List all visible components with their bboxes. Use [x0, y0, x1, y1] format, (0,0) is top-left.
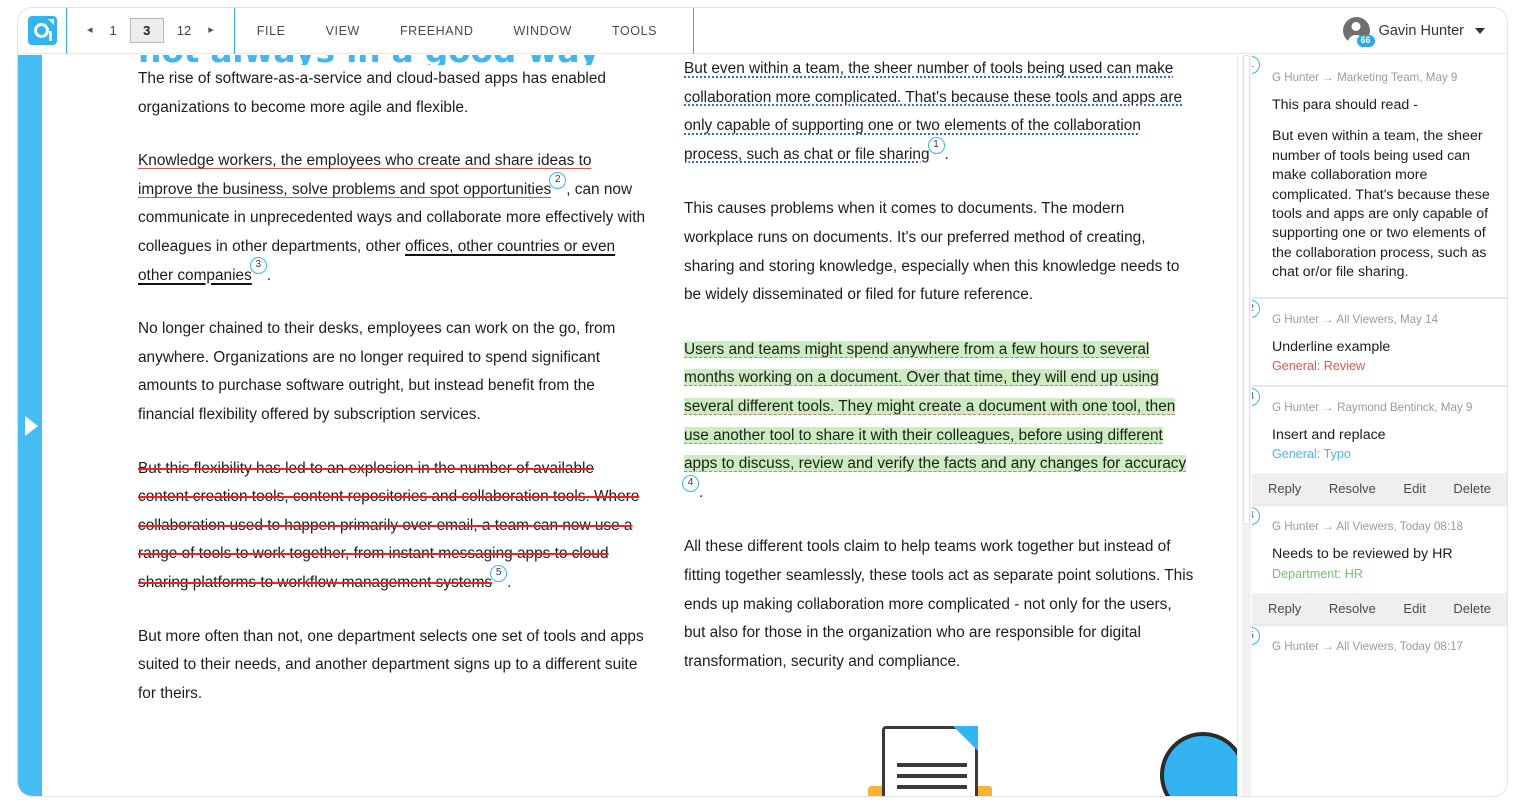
comment-meta: G Hunter → Marketing Team, May 9 [1272, 71, 1458, 84]
notification-badge: 66 [1356, 35, 1375, 47]
comment-meta: G Hunter → Raymond Bentinck, May 9 [1272, 401, 1473, 415]
paragraph-4: But this flexibility has led to an explo… [138, 455, 648, 598]
prev-page-icon[interactable]: ◂ [83, 22, 97, 39]
resolve-button[interactable]: Resolve [1329, 601, 1376, 616]
comment-meta: G Hunter → All Viewers, May 14 [1272, 312, 1439, 326]
first-page-number[interactable]: 1 [110, 23, 117, 38]
resolve-button[interactable]: Resolve [1329, 481, 1376, 496]
comment-badge-5[interactable]: 5 [1252, 626, 1260, 645]
edit-button[interactable]: Edit [1403, 601, 1425, 616]
menu-tools[interactable]: TOOLS [612, 24, 657, 38]
menu-freehand[interactable]: FREEHAND [400, 24, 474, 38]
comment-lead: Insert and replace [1272, 427, 1386, 444]
paragraph-2: Knowledge workers, the employees who cre… [138, 147, 648, 290]
comments-panel: 1 G Hunter → Marketing Team, May 9 This … [1237, 55, 1507, 796]
page-navigation: ◂ 1 3 12 ▸ [67, 8, 235, 54]
chevron-down-icon[interactable] [1475, 27, 1485, 34]
app-logo-icon[interactable] [27, 16, 57, 45]
paragraph-3-text: No longer chained to their desks, employ… [138, 320, 616, 423]
avatar: 66 [1342, 17, 1375, 47]
right-paragraph-1-tail: . [944, 145, 949, 163]
right-paragraph-4-text: All these different tools claim to help … [684, 538, 1194, 670]
comments-scrollbar[interactable] [1242, 55, 1251, 796]
column-container: not always in a good way The rise of sof… [72, 55, 1207, 733]
comment-marker-5[interactable]: 5 [490, 564, 508, 582]
document-right-column: But even within a team, the sheer number… [682, 55, 1194, 733]
logo-stem [48, 31, 52, 41]
comment-body: But even within a team, the sheer number… [1272, 128, 1490, 281]
annotation-green-highlight[interactable]: Users and teams might spend anywhere fro… [684, 340, 1187, 473]
comment-marker-1[interactable]: 1 [927, 136, 945, 154]
current-page-input[interactable]: 3 [129, 18, 164, 43]
comment-card[interactable]: 3 G Hunter → Raymond Bentinck, May 9 Ins… [1252, 385, 1507, 505]
comment-marker-4[interactable]: 4 [682, 474, 699, 492]
next-page-icon[interactable]: ▸ [204, 22, 218, 39]
document-page: not always in a good way The rise of sof… [42, 55, 1237, 796]
annotation-red-underline[interactable]: Knowledge workers, the employees who cre… [138, 152, 591, 198]
comment-card[interactable]: 2 G Hunter → All Viewers, May 14 Underli… [1252, 296, 1507, 386]
comment-tag: General: Review [1272, 359, 1366, 374]
top-toolbar: ◂ 1 3 12 ▸ FILE VIEW FREEHAND WINDOW TOO… [18, 8, 1507, 54]
paragraph-5: But more often than not, one department … [138, 623, 648, 709]
menu-file[interactable]: FILE [257, 24, 286, 38]
reply-button[interactable]: Reply [1268, 481, 1301, 496]
left-rail[interactable] [18, 55, 42, 796]
comment-lead: Underline example [1272, 338, 1391, 355]
comment-badge-2[interactable]: 2 [1252, 299, 1260, 318]
comment-card[interactable]: 5 G Hunter → All Viewers, Today 08:17 [1252, 623, 1507, 677]
comments-scrollbar-thumb[interactable] [1243, 55, 1250, 525]
comment-tag: Department: HR [1272, 566, 1363, 581]
document-canvas: not always in a good way The rise of sof… [42, 55, 1237, 796]
page-title: not always in a good way [138, 55, 648, 65]
comment-tag: General: Typo [1272, 447, 1351, 462]
comment-lead: This para should read - [1272, 97, 1418, 113]
menu-view[interactable]: VIEW [326, 24, 360, 38]
right-paragraph-2: This causes problems when it comes to do… [684, 195, 1194, 309]
user-name-label: Gavin Hunter [1378, 22, 1464, 39]
reply-button[interactable]: Reply [1268, 601, 1301, 616]
last-page-number[interactable]: 12 [177, 23, 191, 38]
menu-window[interactable]: WINDOW [514, 24, 572, 38]
delete-button[interactable]: Delete [1453, 481, 1491, 496]
paragraph-3: No longer chained to their desks, employ… [138, 315, 648, 429]
comment-actions: Reply Resolve Edit Delete [1252, 473, 1507, 505]
avatar-head [1351, 22, 1361, 31]
comment-badge-3[interactable]: 3 [1252, 388, 1260, 407]
comment-actions: Reply Resolve Edit Delete [1252, 592, 1507, 624]
paragraph-4-tail: . [507, 573, 512, 591]
annotation-strikethrough[interactable]: But this flexibility has led to an explo… [138, 460, 639, 591]
comment-meta: G Hunter → All Viewers, Today 08:17 [1272, 639, 1463, 653]
logo-dogear [47, 19, 54, 25]
comment-marker-3[interactable]: 3 [249, 257, 267, 275]
edit-button[interactable]: Edit [1403, 481, 1425, 496]
user-menu[interactable]: 66 Gavin Hunter [1342, 17, 1507, 47]
comments-list: 1 G Hunter → Marketing Team, May 9 This … [1252, 55, 1507, 796]
app-logo-cell[interactable] [18, 8, 67, 54]
comment-card[interactable]: 4 G Hunter → All Viewers, Today 08:18 Ne… [1252, 504, 1507, 624]
document-left-column: not always in a good way The rise of sof… [138, 55, 648, 733]
comment-lead: Needs to be reviewed by HR [1272, 546, 1453, 563]
comment-badge-4[interactable]: 4 [1252, 507, 1260, 526]
right-paragraph-3: Users and teams might spend anywhere fro… [682, 336, 1194, 508]
right-paragraph-1: But even within a team, the sheer number… [684, 55, 1194, 169]
comment-card[interactable]: 1 G Hunter → Marketing Team, May 9 This … [1252, 55, 1507, 297]
menu-bar: FILE VIEW FREEHAND WINDOW TOOLS [235, 8, 695, 54]
comment-meta: G Hunter → All Viewers, Today 08:18 [1272, 520, 1463, 534]
expand-panel-triangle-icon[interactable] [25, 415, 38, 436]
right-paragraph-4: All these different tools claim to help … [684, 533, 1194, 676]
paragraph-2-tail: . [266, 266, 272, 284]
paragraph-1-text: The rise of software-as-a-service and cl… [138, 70, 606, 116]
paragraph-5-text: But more often than not, one department … [138, 627, 644, 702]
comment-badge-1[interactable]: 1 [1252, 56, 1260, 74]
right-paragraph-2-text: This causes problems when it comes to do… [684, 200, 1180, 304]
application-window: ◂ 1 3 12 ▸ FILE VIEW FREEHAND WINDOW TOO… [18, 8, 1507, 796]
comment-marker-2[interactable]: 2 [549, 171, 567, 189]
right-paragraph-3-tail: . [699, 483, 704, 501]
logo-ring [33, 23, 49, 38]
paragraph-1: The rise of software-as-a-service and cl… [138, 65, 648, 122]
delete-button[interactable]: Delete [1453, 601, 1491, 616]
